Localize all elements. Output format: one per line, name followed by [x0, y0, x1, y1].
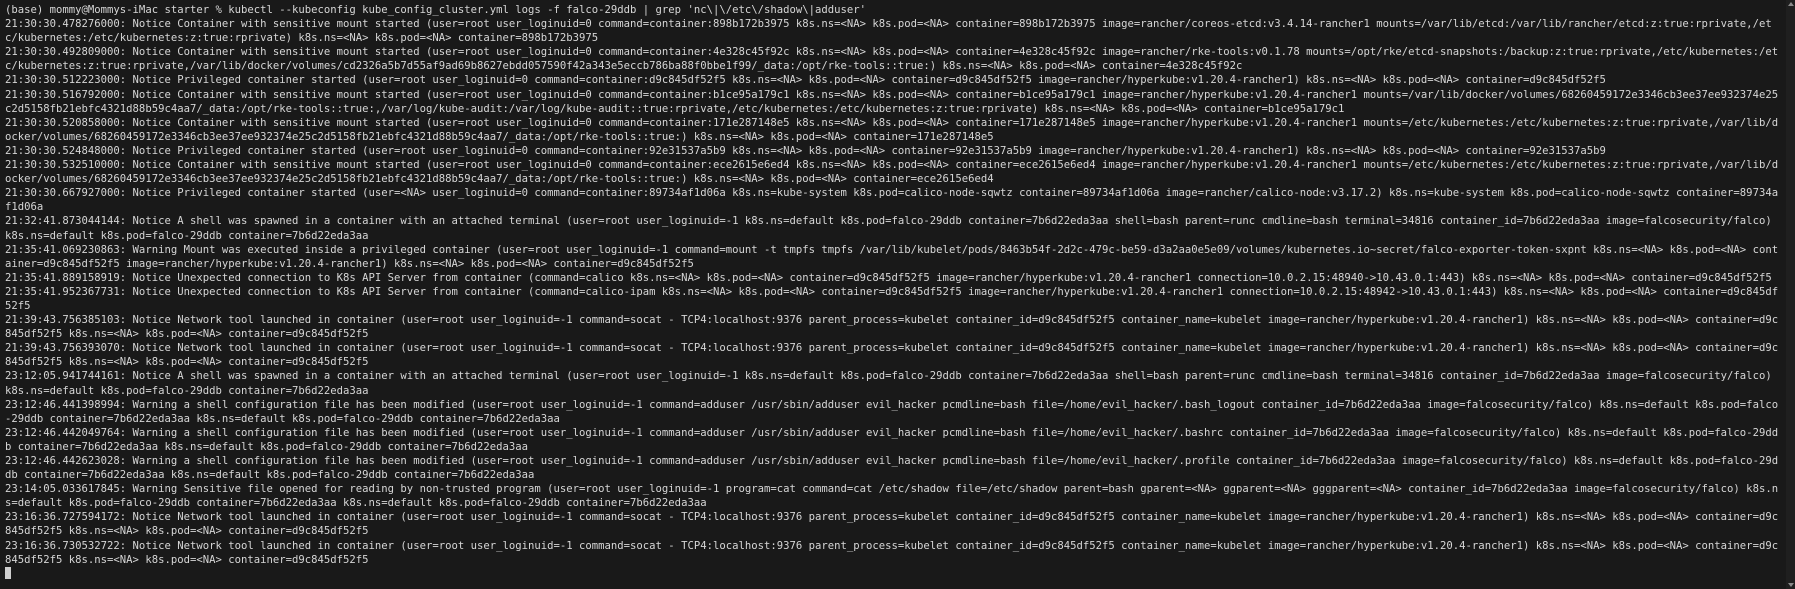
log-line: 21:39:43.756385103: Notice Network tool …: [5, 314, 1779, 341]
log-line: 21:30:30.512223000: Notice Privileged co…: [5, 74, 1606, 87]
log-line: 21:35:41.069230863: Warning Mount was ex…: [5, 243, 1779, 270]
log-line: 21:30:30.520858000: Notice Container wit…: [5, 116, 1779, 143]
text-cursor: [5, 566, 11, 579]
vertical-scrollbar[interactable]: [1786, 0, 1795, 589]
terminal-prompt-line: (base) mommy@Mommys-iMac starter % kubec…: [5, 4, 867, 16]
log-line: 23:12:46.442049764: Warning a shell conf…: [5, 426, 1779, 453]
log-line: 23:14:05.033617845: Warning Sensitive fi…: [5, 483, 1779, 510]
log-line: 21:30:30.516792000: Notice Container wit…: [5, 88, 1779, 115]
scroll-up-arrow-icon[interactable]: [1788, 2, 1794, 6]
log-line: 21:30:30.478276000: Notice Container wit…: [5, 18, 1772, 45]
log-line: 21:30:30.492809000: Notice Container wit…: [5, 46, 1779, 73]
cursor-line: [5, 566, 1780, 581]
log-line: 23:12:46.441398994: Warning a shell conf…: [5, 398, 1779, 425]
log-line: 21:35:41.952367731: Notice Unexpected co…: [5, 285, 1779, 312]
log-line: 21:30:30.524848000: Notice Privileged co…: [5, 144, 1606, 157]
log-line: 23:12:46.442623028: Warning a shell conf…: [5, 455, 1779, 482]
log-line: 21:30:30.532510000: Notice Container wit…: [5, 159, 1779, 186]
log-line: 23:12:05.941744161: Notice A shell was s…: [5, 370, 1779, 397]
log-line: 21:35:41.889158919: Notice Unexpected co…: [5, 271, 1772, 284]
terminal-window[interactable]: (base) mommy@Mommys-iMac starter % kubec…: [0, 0, 1795, 589]
scroll-down-arrow-icon[interactable]: [1788, 583, 1794, 587]
terminal-output[interactable]: (base) mommy@Mommys-iMac starter % kubec…: [5, 3, 1780, 589]
log-line: 21:39:43.756393070: Notice Network tool …: [5, 342, 1779, 369]
log-line: 23:16:36.727594172: Notice Network tool …: [5, 511, 1779, 538]
log-line: 21:30:30.667927000: Notice Privileged co…: [5, 187, 1779, 214]
log-line: 21:32:41.873044144: Notice A shell was s…: [5, 215, 1779, 242]
log-line: 23:16:36.730532722: Notice Network tool …: [5, 539, 1779, 566]
